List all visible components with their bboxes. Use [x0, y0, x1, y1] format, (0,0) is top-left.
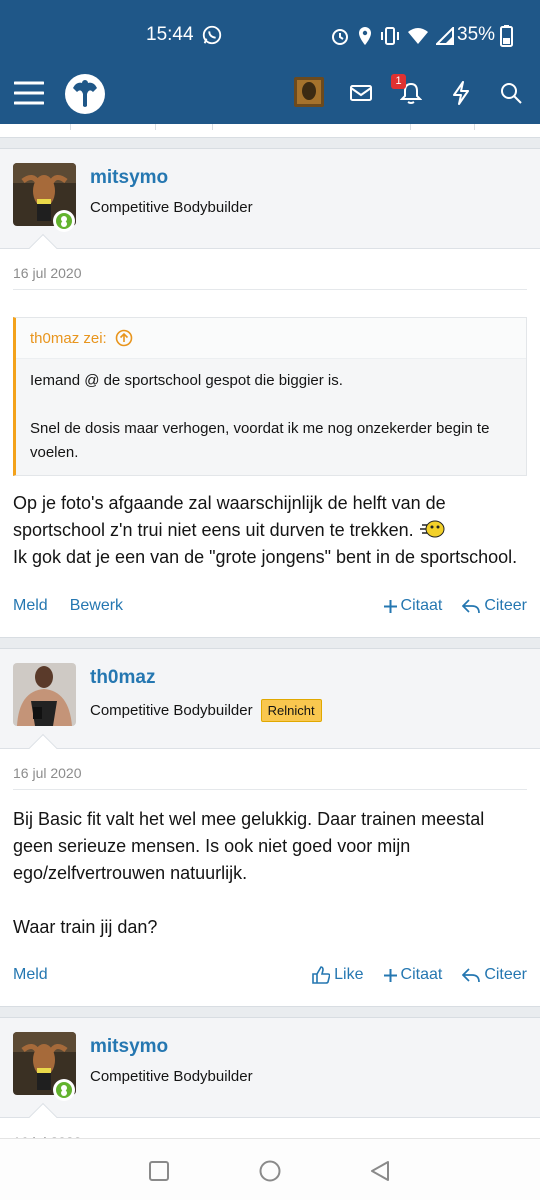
reply-button[interactable]: Citeer — [462, 966, 527, 984]
username[interactable]: mitsymo — [90, 1036, 168, 1058]
post-date[interactable]: 16 jul 2020 — [13, 749, 527, 790]
smiley-icon — [419, 520, 445, 538]
battery-level: 35% — [457, 24, 496, 45]
like-button[interactable]: Like — [312, 966, 364, 984]
previous-post-edge — [0, 124, 540, 138]
system-nav-bar — [0, 1138, 540, 1200]
inbox-icon[interactable] — [344, 76, 378, 110]
post-actions: Meld Like Citaat Citeer — [13, 944, 527, 1006]
post-actions: Meld Bewerk Citaat Citeer — [13, 575, 527, 637]
location-icon — [359, 27, 371, 45]
post-date[interactable]: 16 jul 2020 — [13, 249, 527, 290]
reply-icon — [462, 599, 481, 614]
thumbs-up-icon — [312, 966, 331, 984]
multi-quote-button[interactable]: Citaat — [383, 597, 442, 615]
vibrate-icon — [381, 27, 399, 45]
report-link[interactable]: Meld — [13, 966, 48, 984]
post-message: Bij Basic fit valt het wel mee gelukkig.… — [13, 809, 485, 937]
quote-line: Iemand @ de sportschool gespot die biggi… — [30, 372, 343, 389]
status-bar: 15:44 35% — [0, 0, 540, 62]
post-message: Op je foto's afgaande zal waarschijnlijk… — [13, 493, 518, 567]
status-time: 15:44 — [146, 24, 194, 45]
signal-icon — [436, 27, 454, 45]
report-link[interactable]: Meld — [13, 597, 48, 615]
post: mitsymo Competitive Bodybuilder 16 jul 2… — [0, 1017, 540, 1138]
whats-new-icon[interactable] — [444, 76, 478, 110]
plus-icon — [383, 599, 397, 613]
alarm-icon — [332, 29, 348, 45]
search-icon[interactable] — [494, 76, 528, 110]
quote-block: th0maz zei: Iemand @ de sportschool gesp… — [13, 317, 527, 476]
avatar[interactable] — [13, 663, 76, 726]
quote-author[interactable]: th0maz zei: — [30, 330, 107, 347]
user-avatar[interactable] — [294, 77, 324, 107]
user-title: Competitive Bodybuilder — [90, 1068, 253, 1085]
username[interactable]: mitsymo — [90, 167, 168, 189]
wifi-icon — [408, 28, 428, 44]
notification-badge: 1 — [391, 74, 406, 89]
back-button[interactable] — [368, 1159, 392, 1183]
home-button[interactable] — [258, 1159, 282, 1183]
online-status-icon — [53, 1079, 75, 1101]
reply-icon — [462, 968, 481, 983]
username[interactable]: th0maz — [90, 667, 155, 689]
site-logo[interactable] — [62, 71, 108, 117]
arrow-up-circle-icon[interactable] — [115, 329, 133, 347]
post-header: mitsymo Competitive Bodybuilder — [0, 1018, 540, 1132]
post-date[interactable]: 16 jul 2020 — [13, 1118, 527, 1138]
multi-quote-button[interactable]: Citaat — [383, 966, 442, 984]
edit-link[interactable]: Bewerk — [70, 597, 123, 615]
reply-button[interactable]: Citeer — [462, 597, 527, 615]
post-header: mitsymo Competitive Bodybuilder — [0, 149, 540, 263]
post: th0maz Competitive Bodybuilder Relnicht … — [0, 648, 540, 1007]
battery-icon — [500, 25, 513, 47]
thread-content[interactable]: mitsymo Competitive Bodybuilder 16 jul 2… — [0, 124, 540, 1138]
post: mitsymo Competitive Bodybuilder 16 jul 2… — [0, 148, 540, 638]
app-bar: 1 — [0, 62, 540, 124]
menu-icon[interactable] — [12, 76, 46, 110]
recents-button[interactable] — [147, 1159, 171, 1183]
plus-icon — [383, 968, 397, 982]
online-status-icon — [53, 210, 75, 232]
user-title: Competitive Bodybuilder — [90, 199, 253, 216]
post-header: th0maz Competitive Bodybuilder Relnicht — [0, 649, 540, 763]
whatsapp-icon — [202, 25, 222, 45]
user-ribbon-badge: Relnicht — [260, 699, 322, 722]
user-title: Competitive Bodybuilder Relnicht — [90, 699, 322, 722]
quote-line: Snel de dosis maar verhogen, voordat ik … — [30, 420, 490, 461]
